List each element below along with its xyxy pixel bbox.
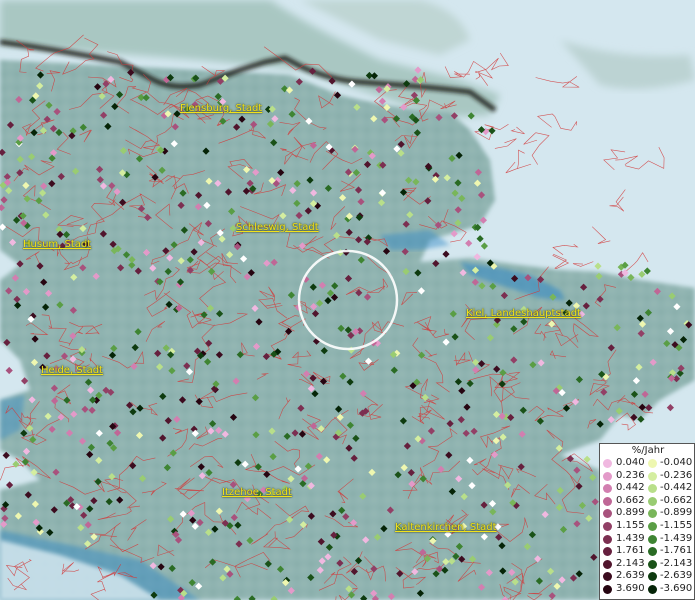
city-label-flensburg[interactable]: Flensburg, Stadt [180,103,262,114]
legend: %/Jahr 0.040 -0.040 0.236 -0.236 0.442 -0.442… [599,443,695,600]
legend-value-positive: 1.439 [616,532,645,544]
legend-value-negative: -0.236 [660,469,693,481]
city-label-itzehoe[interactable]: Itzehoe, Stadt [222,487,292,498]
legend-value-positive: 0.442 [616,482,645,494]
legend-row: 1.439 -1.439 [603,533,695,545]
legend-value-negative: -0.662 [660,494,693,506]
city-label-heide[interactable]: Heide, Stadt [41,365,103,376]
legend-swatch-positive [603,534,612,544]
legend-row: 0.662 -0.662 [603,495,695,507]
legend-swatch-positive [603,585,612,594]
legend-swatch-positive [603,547,612,557]
legend-swatch-negative [648,509,657,519]
legend-swatch-negative [648,496,657,506]
legend-swatch-positive [603,572,612,582]
legend-swatch-negative [648,471,657,481]
legend-value-negative: -0.899 [660,507,693,519]
legend-value-positive: 1.761 [616,545,645,557]
legend-value-positive: 0.662 [616,494,645,506]
legend-value-negative: -1.155 [660,520,693,531]
legend-swatch-positive [603,459,612,468]
legend-value-positive: 0.236 [616,469,645,481]
legend-swatch-negative [648,559,657,569]
legend-value-positive: 3.690 [616,583,645,594]
legend-row: 0.236 -0.236 [603,470,695,482]
legend-swatch-positive [603,522,612,531]
legend-swatch-negative [648,459,657,468]
legend-value-positive: 0.040 [616,457,645,468]
basemap [0,0,695,600]
city-label-kiel[interactable]: Kiel, Landeshauptstadt [466,308,581,319]
city-label-schleswig[interactable]: Schleswig, Stadt [236,222,319,233]
legend-swatch-negative [648,572,657,582]
legend-row: 0.040 -0.040 [603,457,695,469]
map-view[interactable]: Flensburg, Stadt Schleswig, Stadt Husum,… [0,0,695,600]
legend-value-negative: -0.040 [660,457,693,468]
legend-value-negative: -2.143 [660,557,693,569]
legend-value-negative: -0.442 [660,482,693,494]
city-label-kaltenkirchen[interactable]: Kaltenkirchen, Stadt [395,522,497,533]
legend-swatch-negative [648,547,657,557]
legend-swatch-positive [603,471,612,481]
legend-title: %/Jahr [631,445,665,456]
legend-row: 0.442 -0.442 [603,482,695,494]
legend-swatch-positive [603,496,612,506]
legend-row: 3.690 -3.690 [603,583,695,595]
legend-row: 1.155 -1.155 [603,520,695,532]
legend-value-negative: -3.690 [660,583,693,594]
legend-value-positive: 1.155 [616,520,645,531]
legend-value-positive: 0.899 [616,507,645,519]
legend-value-positive: 2.639 [616,570,645,582]
city-label-husum[interactable]: Husum, Stadt [23,239,91,250]
legend-value-negative: -1.439 [660,532,693,544]
legend-value-negative: -1.761 [660,545,693,557]
legend-swatch-negative [648,484,657,494]
legend-swatch-positive [603,484,612,494]
legend-row: 1.761 -1.761 [603,545,695,557]
legend-value-positive: 2.143 [616,557,645,569]
legend-row: 2.639 -2.639 [603,570,695,582]
legend-swatch-negative [648,534,657,544]
legend-swatch-negative [648,522,657,531]
legend-row: 2.143 -2.143 [603,558,695,570]
legend-swatch-positive [603,509,612,519]
legend-swatch-negative [648,585,657,594]
legend-swatch-positive [603,559,612,569]
legend-value-negative: -2.639 [660,570,693,582]
legend-row: 0.899 -0.899 [603,507,695,519]
